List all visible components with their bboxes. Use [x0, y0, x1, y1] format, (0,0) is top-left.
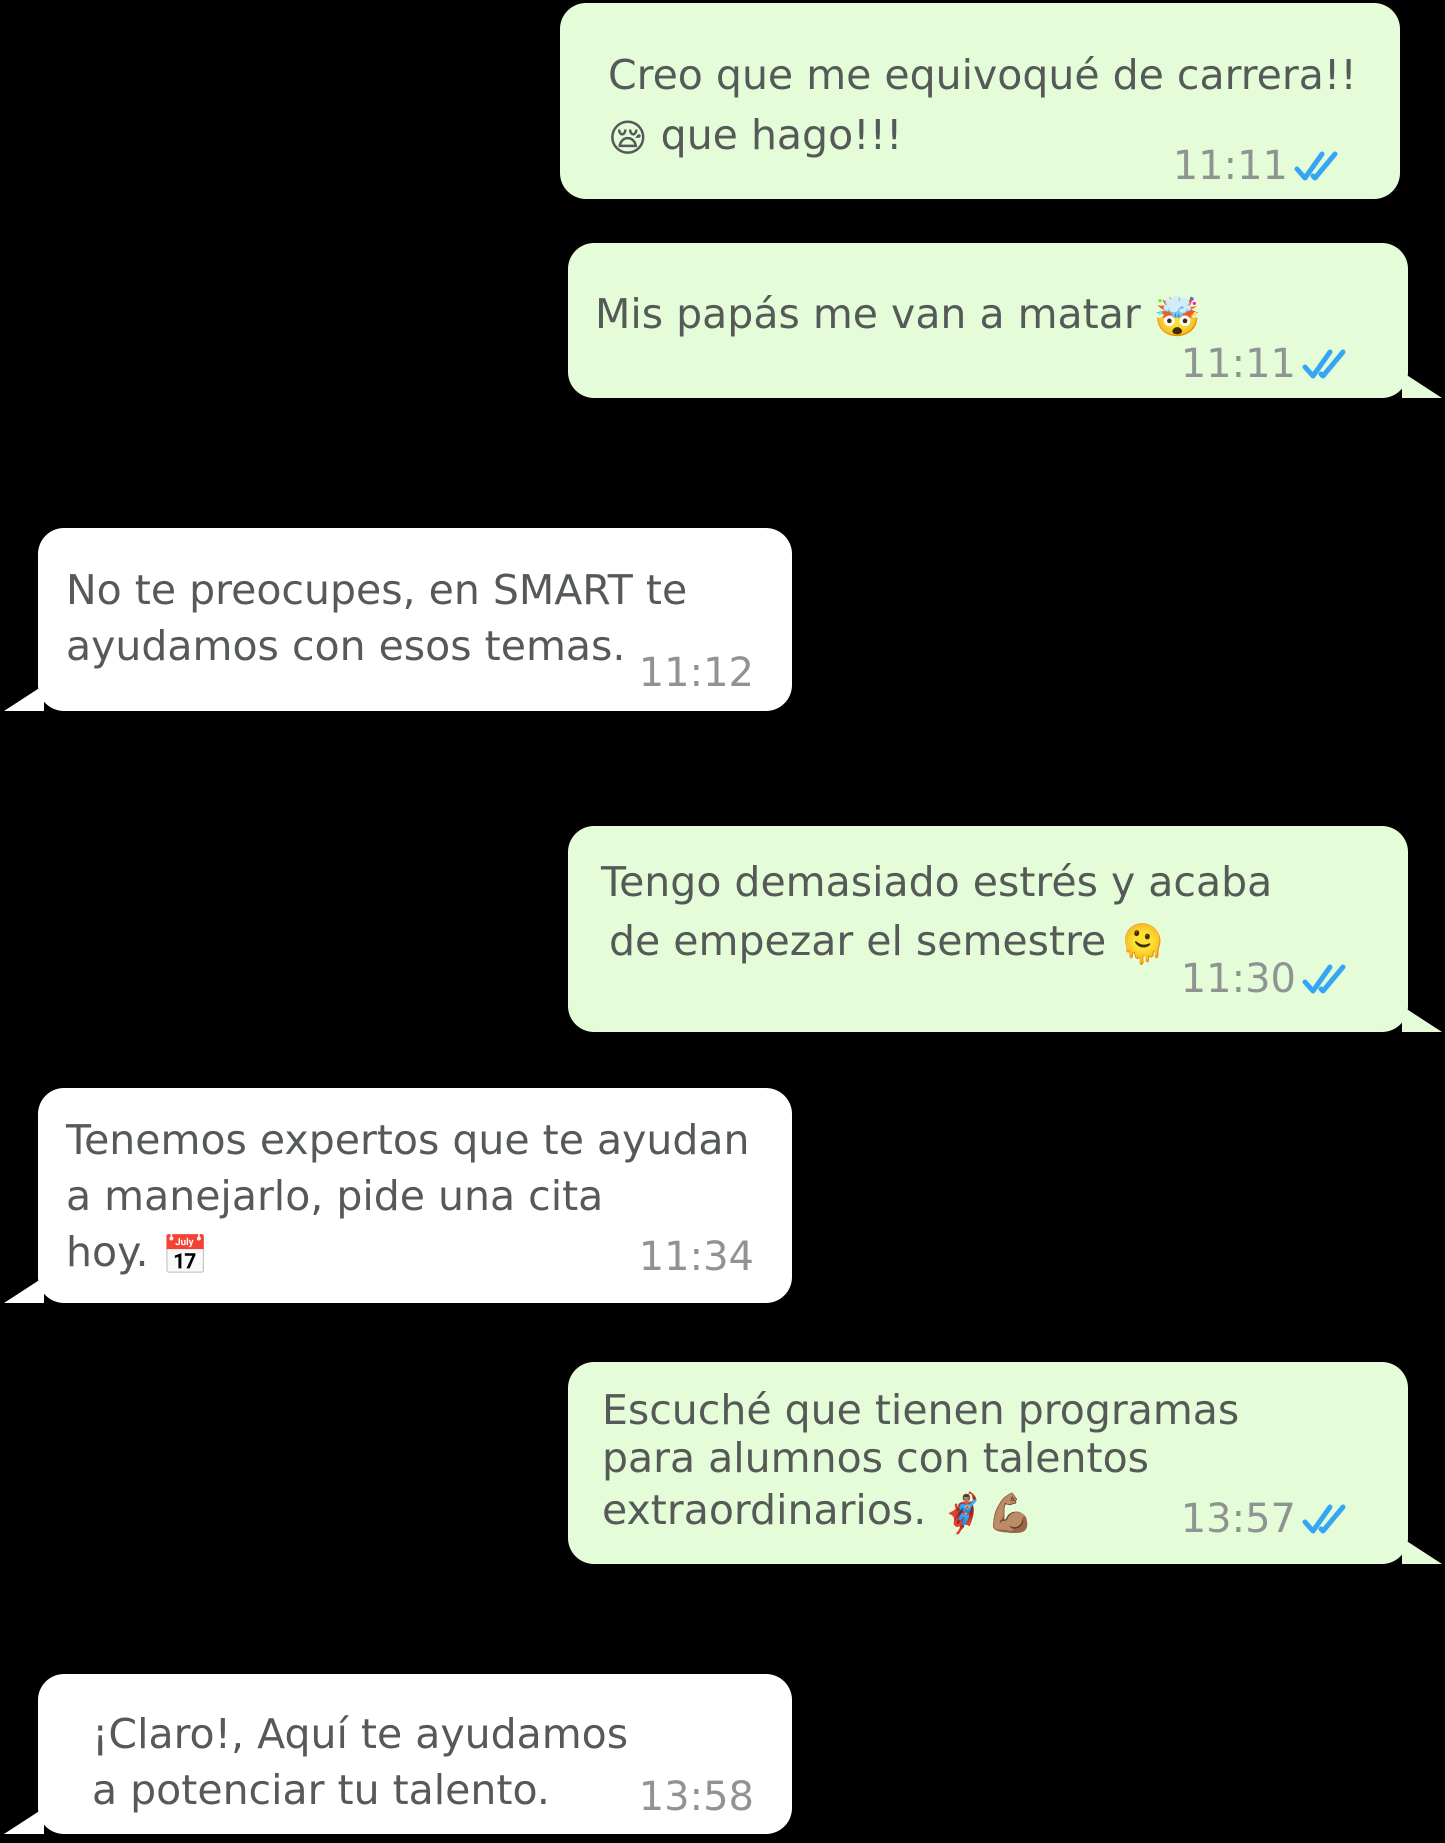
bubble-tail: [4, 685, 44, 711]
message-bubble-incoming[interactable]: No te preocupes, en SMART te ayudamos co…: [4, 528, 792, 711]
bubble-tail: [4, 1808, 44, 1834]
message-meta: 11:11: [1181, 341, 1352, 387]
message-bubble-outgoing[interactable]: Mis papás me van a matar 🤯 11:11: [568, 243, 1442, 398]
message-bubble-incoming[interactable]: ¡Claro!, Aquí te ayudamos a potenciar tu…: [4, 1674, 792, 1834]
message-text: Mis papás me van a matar: [595, 290, 1141, 338]
message-timestamp: 13:58: [638, 1774, 754, 1820]
message-text-line: No te preocupes, en SMART te: [66, 566, 688, 614]
bubble-tail: [1402, 372, 1442, 398]
sleepy-face-emoji: 😪: [608, 116, 648, 160]
calendar-emoji: 📅: [161, 1233, 209, 1277]
bubble-tail: [4, 1277, 44, 1303]
message-timestamp: 11:11: [1172, 143, 1288, 189]
bubble-tail: [1402, 1006, 1442, 1032]
message-text-line: hoy. 📅: [66, 1228, 209, 1276]
message-meta: 11:12: [639, 650, 754, 696]
message-timestamp: 13:57: [1180, 1496, 1296, 1542]
message-meta: 13:57: [1181, 1496, 1352, 1542]
message-text-line: de empezar el semestre 🫠: [609, 917, 1167, 965]
message-text-line: Tenemos expertos que te ayudan: [66, 1116, 750, 1164]
message-bubble-outgoing[interactable]: Creo que me equivoqué de carrera!! 😪 que…: [560, 3, 1400, 199]
double-check-read-icon: [1302, 349, 1346, 379]
double-check-read-icon: [1294, 151, 1338, 181]
message-timestamp: 11:30: [1180, 956, 1296, 1002]
message-meta: 11:30: [1181, 956, 1352, 1002]
superhero-flexed-biceps-emoji: 🦸🏽‍♂️💪🏽: [939, 1491, 1034, 1535]
message-text-line: Creo que me equivoqué de carrera!!: [608, 51, 1357, 99]
message-meta: 13:58: [639, 1774, 754, 1820]
message-timestamp: 11:11: [1180, 341, 1296, 387]
message-text: hoy.: [66, 1228, 149, 1276]
double-check-read-icon: [1302, 964, 1346, 994]
message-text-line: a manejarlo, pide una cita: [66, 1172, 604, 1220]
message-text-line: ayudamos con esos temas.: [66, 622, 626, 670]
melting-face-emoji: 🫠: [1119, 922, 1167, 966]
message-text-line: Mis papás me van a matar 🤯: [595, 290, 1201, 338]
message-text-line: ¡Claro!, Aquí te ayudamos: [92, 1710, 629, 1758]
message-timestamp: 11:12: [638, 650, 754, 696]
message-text: extraordinarios.: [602, 1486, 927, 1534]
message-text: que hago!!!: [660, 111, 903, 159]
message-bubble-outgoing[interactable]: Tengo demasiado estrés y acaba de empeza…: [568, 826, 1442, 1032]
message-text-line: Tengo demasiado estrés y acaba: [601, 858, 1273, 906]
message-meta: 11:34: [639, 1234, 754, 1280]
message-bubble-incoming[interactable]: Tenemos expertos que te ayudan a manejar…: [4, 1088, 792, 1303]
message-text-line: a potenciar tu talento.: [92, 1766, 550, 1814]
message-timestamp: 11:34: [638, 1234, 754, 1280]
message-text-line: extraordinarios. 🦸🏽‍♂️💪🏽: [602, 1486, 1034, 1534]
double-check-read-icon: [1302, 1504, 1346, 1534]
message-text-line: Escuché que tienen programas: [602, 1386, 1240, 1434]
message-bubble-outgoing[interactable]: Escuché que tienen programas para alumno…: [568, 1362, 1442, 1564]
message-text-line: 😪 que hago!!!: [608, 111, 902, 159]
message-meta: 11:11: [1173, 143, 1344, 189]
message-text-line: para alumnos con talentos: [602, 1434, 1150, 1482]
bubble-tail: [1402, 1538, 1442, 1564]
message-text: de empezar el semestre: [609, 917, 1107, 965]
exploding-head-emoji: 🤯: [1153, 295, 1202, 339]
